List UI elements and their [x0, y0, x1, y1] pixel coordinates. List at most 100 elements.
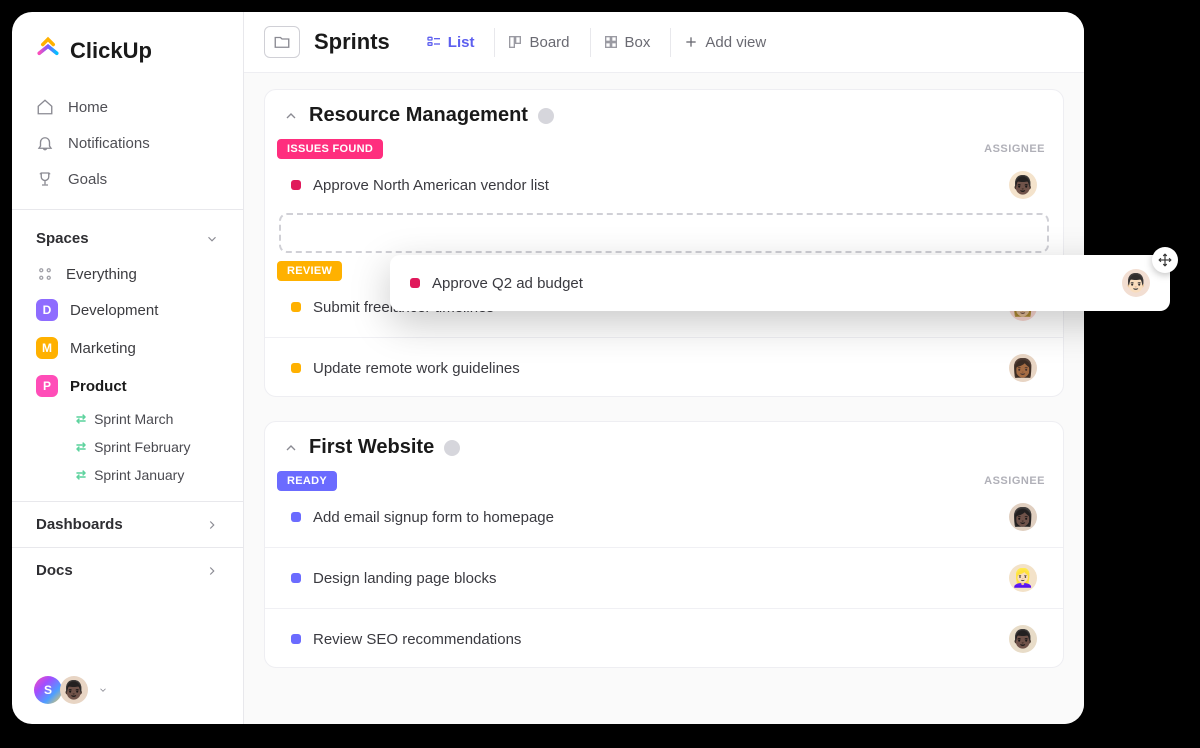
- nav-label: Goals: [68, 171, 107, 188]
- view-tab-list[interactable]: List: [414, 28, 487, 57]
- list-header[interactable]: Resource Management: [265, 90, 1063, 139]
- assignee-avatar[interactable]: 👩🏿: [1009, 503, 1037, 531]
- spaces-section: Spaces Everything D Development M Market…: [12, 209, 243, 489]
- app-window: ClickUp Home Notifications Goals Spaces: [12, 12, 1084, 724]
- grid-icon: [36, 265, 54, 283]
- list-header[interactable]: First Website: [265, 422, 1063, 471]
- box-icon: [603, 34, 619, 50]
- sprint-item[interactable]: ⇄ Sprint February: [22, 433, 233, 461]
- status-pill-ready[interactable]: READY: [277, 471, 337, 491]
- view-label: Add view: [705, 34, 766, 51]
- move-cursor-icon: [1152, 247, 1178, 273]
- task-row[interactable]: Update remote work guidelines 👩🏾: [273, 344, 1055, 392]
- nav-docs[interactable]: Docs: [12, 547, 243, 593]
- space-product[interactable]: P Product: [22, 367, 233, 405]
- sprint-item[interactable]: ⇄ Sprint March: [22, 405, 233, 433]
- page-title: Sprints: [314, 29, 390, 55]
- task-title: Add email signup form to homepage: [313, 509, 554, 526]
- sprint-icon: ⇄: [76, 468, 86, 482]
- assignee-avatar[interactable]: 👱🏻‍♀️: [1009, 564, 1037, 592]
- user-menu[interactable]: S 👨🏿: [12, 662, 243, 724]
- task-title: Design landing page blocks: [313, 570, 496, 587]
- board-icon: [507, 34, 523, 50]
- folder-icon[interactable]: [264, 26, 300, 58]
- nav-label: Dashboards: [36, 516, 123, 533]
- status-dot: [410, 278, 420, 288]
- status-dot: [291, 302, 301, 312]
- status-header-row: ISSUES FOUND ASSIGNEE: [265, 139, 1063, 161]
- task-row[interactable]: Review SEO recommendations 👨🏿: [273, 615, 1055, 663]
- spaces-header[interactable]: Spaces: [12, 222, 243, 257]
- brand-logo[interactable]: ClickUp: [12, 30, 243, 89]
- task-title: Approve North American vendor list: [313, 177, 549, 194]
- space-everything[interactable]: Everything: [22, 257, 233, 291]
- nav-notifications[interactable]: Notifications: [22, 125, 233, 161]
- sprint-icon: ⇄: [76, 440, 86, 454]
- caret-down-icon: [98, 685, 108, 695]
- chevron-right-icon: [205, 564, 219, 578]
- sidebar: ClickUp Home Notifications Goals Spaces: [12, 12, 244, 724]
- list-icon: [426, 34, 442, 50]
- bell-icon: [36, 134, 54, 152]
- assignee-column-header: ASSIGNEE: [984, 475, 1045, 487]
- user-avatar: S: [34, 676, 62, 704]
- section-title: Spaces: [36, 230, 89, 247]
- list-first-website: First Website READY ASSIGNEE Add email s…: [264, 421, 1064, 668]
- nav-label: Docs: [36, 562, 73, 579]
- space-label: Development: [70, 302, 158, 319]
- user-avatar-secondary: 👨🏿: [60, 676, 88, 704]
- view-label: List: [448, 34, 475, 51]
- assignee-column-header: ASSIGNEE: [984, 143, 1045, 155]
- chevron-up-icon: [283, 108, 299, 124]
- nav-goals[interactable]: Goals: [22, 161, 233, 197]
- space-label: Marketing: [70, 340, 136, 357]
- trophy-icon: [36, 170, 54, 188]
- home-icon: [36, 98, 54, 116]
- status-dot: [291, 363, 301, 373]
- chevron-right-icon: [205, 518, 219, 532]
- space-development[interactable]: D Development: [22, 291, 233, 329]
- sprint-label: Sprint January: [94, 467, 184, 483]
- drop-zone[interactable]: [279, 213, 1049, 253]
- dragging-task-card[interactable]: Approve Q2 ad budget 👨🏻: [390, 255, 1170, 311]
- list-title: First Website: [309, 436, 434, 459]
- status-dot: [291, 634, 301, 644]
- assignee-avatar[interactable]: 👨🏻: [1122, 269, 1150, 297]
- view-tab-box[interactable]: Box: [590, 28, 663, 57]
- info-icon[interactable]: [444, 440, 460, 456]
- sprint-label: Sprint March: [94, 411, 173, 427]
- sprint-icon: ⇄: [76, 412, 86, 426]
- space-marketing[interactable]: M Marketing: [22, 329, 233, 367]
- task-row[interactable]: Design landing page blocks 👱🏻‍♀️: [273, 554, 1055, 602]
- assignee-avatar[interactable]: 👨🏿: [1009, 171, 1037, 199]
- list-content: Resource Management ISSUES FOUND ASSIGNE…: [244, 73, 1084, 708]
- status-header-row: READY ASSIGNEE: [265, 471, 1063, 493]
- chevron-up-icon: [283, 440, 299, 456]
- status-dot: [291, 573, 301, 583]
- task-row[interactable]: Add email signup form to homepage 👩🏿: [273, 493, 1055, 541]
- task-row[interactable]: Approve North American vendor list 👨🏿: [273, 161, 1055, 209]
- topbar: Sprints List Board Box Add view: [244, 12, 1084, 73]
- nav-dashboards[interactable]: Dashboards: [12, 501, 243, 547]
- nav-label: Home: [68, 99, 108, 116]
- assignee-avatar[interactable]: 👨🏿: [1009, 625, 1037, 653]
- list-resource-management: Resource Management ISSUES FOUND ASSIGNE…: [264, 89, 1064, 397]
- status-pill-issues-found[interactable]: ISSUES FOUND: [277, 139, 383, 159]
- chevron-down-icon: [205, 232, 219, 246]
- sprint-item[interactable]: ⇄ Sprint January: [22, 461, 233, 489]
- main-content: Sprints List Board Box Add view: [244, 12, 1084, 724]
- nav-home[interactable]: Home: [22, 89, 233, 125]
- task-title: Update remote work guidelines: [313, 360, 520, 377]
- status-pill-review[interactable]: REVIEW: [277, 261, 342, 281]
- view-tab-board[interactable]: Board: [494, 28, 581, 57]
- info-icon[interactable]: [538, 108, 554, 124]
- add-view-button[interactable]: Add view: [670, 28, 778, 57]
- plus-icon: [683, 34, 699, 50]
- task-title: Review SEO recommendations: [313, 631, 521, 648]
- primary-nav: Home Notifications Goals: [12, 89, 243, 197]
- assignee-avatar[interactable]: 👩🏾: [1009, 354, 1037, 382]
- space-badge: M: [36, 337, 58, 359]
- space-badge: P: [36, 375, 58, 397]
- sprint-label: Sprint February: [94, 439, 190, 455]
- space-label: Product: [70, 378, 127, 395]
